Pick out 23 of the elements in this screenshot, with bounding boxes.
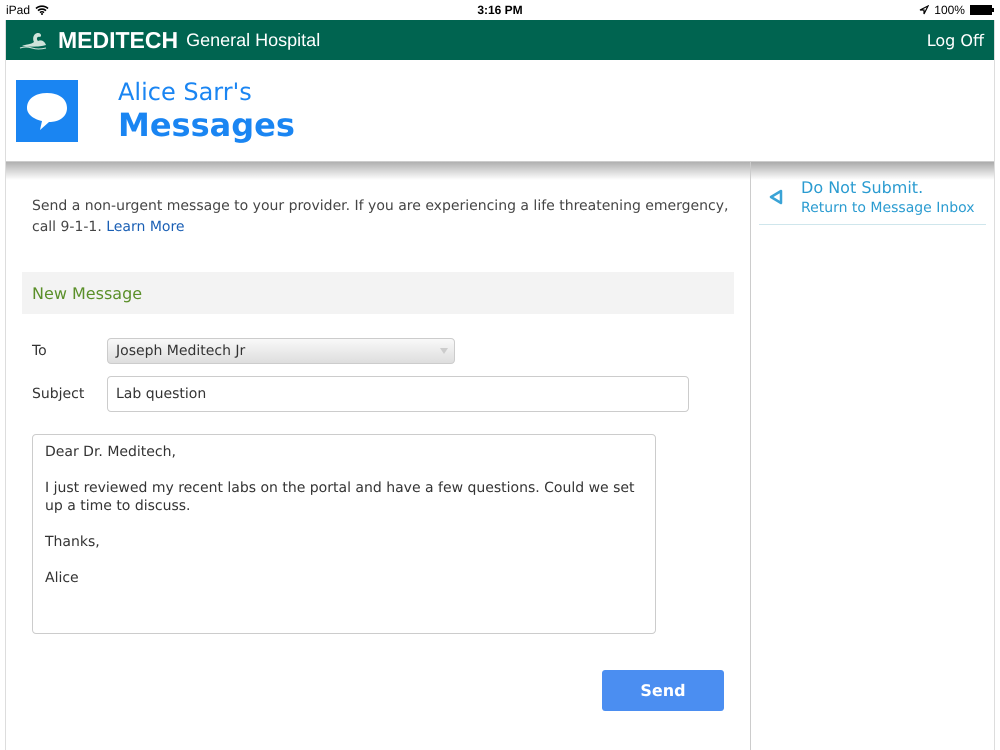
wifi-icon [35,5,50,15]
field-label: Subject [32,386,86,402]
dropdown-caret-icon [440,348,448,354]
brand-name: MEDITECH [58,26,178,54]
patient-name: Alice Sarr's [118,78,253,106]
back-triangle-icon[interactable] [769,189,783,205]
subject-field[interactable]: Lab question [107,376,689,412]
field-label: To [32,343,48,359]
section-title: New Message [32,284,142,302]
message-field[interactable]: Dear Dr. Meditech, I just reviewed my recent labs on the portal and have a few questions. Could we set up a time to discuss. Thanks, Alice [32,434,656,634]
battery-percent: 100% [934,3,965,17]
intro-text: Send a non-urgent message to your provider. If you are experiencing a life threatening emergency, call 9-1-1. Learn More [32,197,730,237]
learn-more-link[interactable]: Learn More [106,219,185,235]
recipient-dropdown[interactable]: Joseph Meditech Jr [107,338,455,364]
hospital-name: General Hospital [186,30,320,50]
sidebar-title: Do Not Submit. [801,178,924,197]
battery-icon [970,5,994,15]
log-off-link[interactable]: Log Off [926,30,984,50]
speech-bubble-icon [16,80,78,142]
page-title: Messages [118,106,295,144]
clock-time: 3:16 PM [477,3,523,17]
device-name: iPad [6,3,30,17]
location-arrow-icon [919,5,930,15]
